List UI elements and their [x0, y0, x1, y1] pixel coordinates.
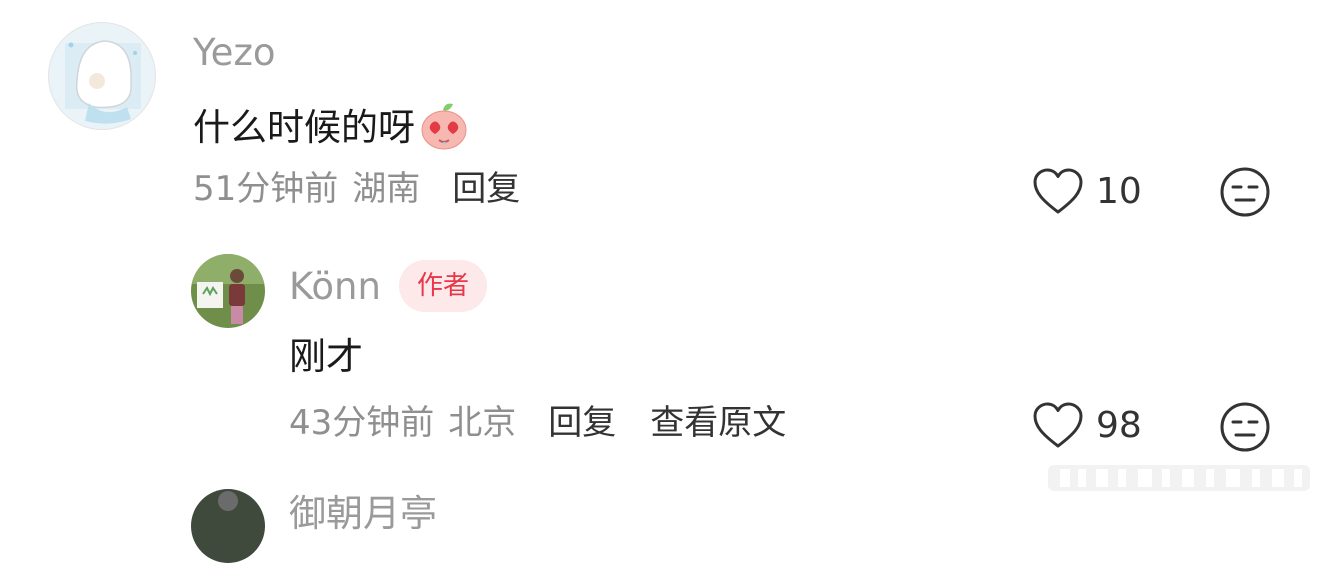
heart-eyes-peach-emoji-icon	[421, 103, 467, 150]
comment-body: 什么时候的呀	[193, 100, 471, 154]
comment-username[interactable]: 御朝月亭	[289, 495, 437, 532]
avatar-photo	[191, 489, 265, 563]
avatar-photo	[191, 254, 265, 328]
reply-button[interactable]: 回复	[452, 172, 520, 206]
avatar[interactable]	[191, 489, 265, 563]
heart-outline-icon	[1033, 168, 1083, 214]
heart-outline-icon	[1033, 402, 1083, 448]
like-button[interactable]: 10	[1032, 168, 1142, 216]
avatar-illustration	[49, 23, 155, 129]
dislike-button[interactable]	[1219, 401, 1271, 453]
comment-username[interactable]: Yezo	[193, 34, 276, 71]
author-badge: 作者	[398, 260, 487, 312]
comment-meta: 51分钟前 湖南 回复	[193, 172, 520, 206]
like-count: 98	[1096, 405, 1142, 446]
comment-time: 51分钟前	[193, 169, 339, 209]
comment-header: Könn 作者	[289, 260, 487, 312]
dislike-button[interactable]	[1219, 166, 1271, 218]
comment-text: 刚才	[289, 335, 363, 378]
unamused-face-icon	[1220, 402, 1270, 452]
unamused-face-icon	[1220, 167, 1270, 217]
like-button[interactable]: 98	[1032, 402, 1142, 450]
comment-location: 湖南	[352, 169, 421, 209]
comment-meta: 43分钟前 北京 回复 查看原文	[289, 406, 786, 440]
comment-time: 43分钟前	[289, 403, 435, 443]
comment-username[interactable]: Könn	[289, 268, 381, 305]
comment-text: 什么时候的呀	[193, 105, 415, 149]
reply-button[interactable]: 回复	[548, 406, 616, 440]
comment-location: 北京	[448, 403, 517, 443]
like-count: 10	[1096, 171, 1142, 212]
avatar[interactable]	[48, 22, 156, 130]
avatar[interactable]	[191, 254, 265, 328]
watermark-logo	[1048, 465, 1310, 491]
view-original-button[interactable]: 查看原文	[650, 406, 786, 440]
